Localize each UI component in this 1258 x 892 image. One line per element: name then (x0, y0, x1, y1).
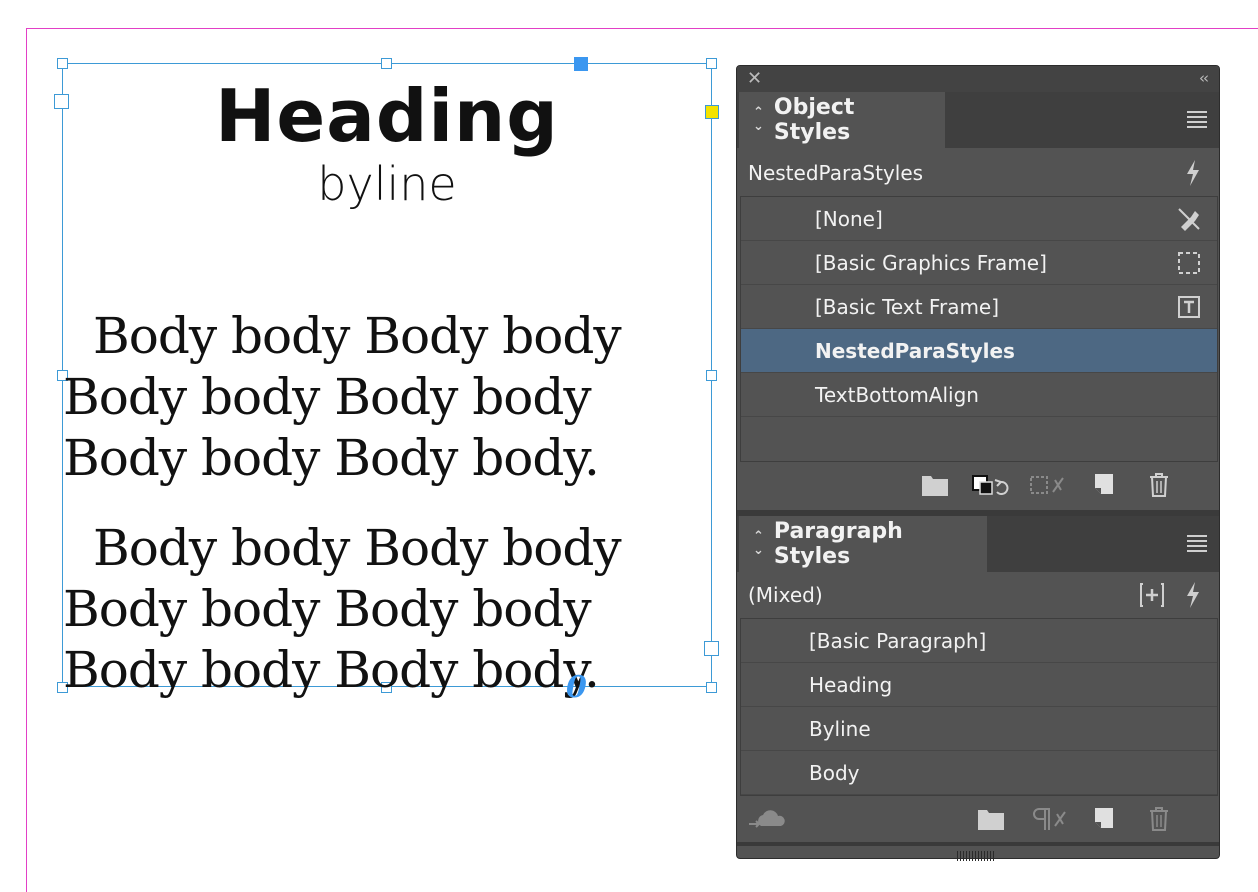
close-icon[interactable]: ✕ (747, 68, 762, 89)
list-item[interactable]: TextBottomAlign (741, 373, 1217, 417)
paragraph-styles-footer (737, 796, 1219, 844)
list-item[interactable]: [Basic Text Frame] (741, 285, 1217, 329)
no-style-pen-icon (1178, 208, 1200, 231)
collapse-panel-icon[interactable]: ‹‹ (1199, 69, 1209, 87)
styles-panel: ✕ ‹‹ ⌃ ⌄ Object Styles NestedParaStyles [… (736, 65, 1220, 861)
list-item-label: [Basic Paragraph] (809, 628, 987, 653)
list-item[interactable]: [None] (741, 197, 1217, 241)
tab-label: Object Styles (773, 95, 855, 145)
new-group-folder-icon[interactable] (921, 472, 949, 498)
panel-menu-icon[interactable] (1187, 111, 1207, 131)
tab-object-styles[interactable]: ⌃ ⌄ Object Styles (739, 92, 945, 148)
clear-overrides-icon[interactable] (971, 472, 1011, 498)
list-item-label: Body (809, 760, 860, 785)
clear-non-defined-attributes-icon[interactable] (1029, 472, 1069, 498)
resize-grip-icon[interactable] (957, 846, 997, 861)
list-item-label: TextBottomAlign (815, 382, 979, 407)
page-margin-guide-left (26, 28, 27, 892)
list-item-label: NestedParaStyles (815, 338, 1015, 363)
object-style-current: NestedParaStyles (737, 152, 1219, 194)
page-margin-guide-top (26, 28, 1258, 29)
delete-icon[interactable] (1147, 806, 1171, 832)
list-item[interactable]: [Basic Paragraph] (741, 619, 1217, 663)
list-item-label: [None] (815, 206, 883, 231)
object-styles-tabstrip: ⌃ ⌄ Object Styles (737, 92, 1219, 148)
frame-content-grabber-handle[interactable] (574, 57, 588, 71)
frame-handle-top-left[interactable] (57, 58, 68, 69)
list-item-selected[interactable]: NestedParaStyles (741, 329, 1217, 373)
body-paragraph-1: Body body Body body Body body Body body … (63, 307, 622, 487)
frame-handle-top-right[interactable] (706, 58, 717, 69)
document-byline: byline (317, 157, 457, 211)
quick-apply-lightning-icon[interactable] (1185, 160, 1201, 186)
paragraph-styles-tabstrip: ⌃ ⌄ Paragraph Styles (737, 516, 1219, 572)
list-item[interactable]: Heading (741, 663, 1217, 707)
list-item-label: [Basic Text Frame] (815, 294, 1000, 319)
current-style-name: NestedParaStyles (748, 161, 924, 185)
paragraph-style-current: (Mixed) (737, 574, 1219, 616)
clear-overrides-icon[interactable] (1031, 806, 1071, 832)
graphics-frame-icon (1178, 252, 1200, 274)
quick-apply-lightning-icon[interactable] (1185, 582, 1201, 608)
new-style-icon[interactable] (1093, 472, 1117, 498)
chevron-up-down-icon[interactable]: ⌃ ⌄ (753, 106, 764, 134)
text-frame-icon (1178, 296, 1200, 318)
panel-menu-icon[interactable] (1187, 535, 1207, 555)
new-group-folder-icon[interactable] (977, 806, 1005, 832)
list-item[interactable]: Byline (741, 707, 1217, 751)
current-style-name: (Mixed) (748, 583, 823, 607)
object-styles-list: [None] [Basic Graphics Frame] [Basic Tex… (740, 196, 1218, 462)
list-item[interactable]: [Basic Graphics Frame] (741, 241, 1217, 285)
chevron-up-down-icon[interactable]: ⌃ ⌄ (753, 530, 764, 558)
document-heading: Heading (215, 74, 559, 158)
list-item[interactable]: Body (741, 751, 1217, 795)
list-item-label: Heading (809, 672, 893, 697)
delete-icon[interactable] (1147, 472, 1171, 498)
body-paragraph-2: Body body Body body Body body Body body … (63, 519, 622, 699)
list-item-label: [Basic Graphics Frame] (815, 250, 1047, 275)
object-styles-footer (737, 462, 1219, 510)
paragraph-styles-list: [Basic Paragraph] Heading Byline Body (740, 618, 1218, 796)
panel-title-bar[interactable]: ✕ ‹‹ (737, 66, 1219, 92)
list-empty-space (741, 417, 1217, 461)
tab-paragraph-styles[interactable]: ⌃ ⌄ Paragraph Styles (739, 516, 987, 572)
new-style-plus-icon[interactable] (1139, 582, 1165, 608)
list-item-label: Byline (809, 716, 871, 741)
new-style-icon[interactable] (1093, 806, 1117, 832)
cc-library-icon[interactable] (747, 806, 787, 832)
frame-handle-top-center[interactable] (381, 58, 392, 69)
overset-text-indicator[interactable]: 0 (566, 670, 587, 705)
tab-label: Paragraph Styles (773, 519, 903, 569)
